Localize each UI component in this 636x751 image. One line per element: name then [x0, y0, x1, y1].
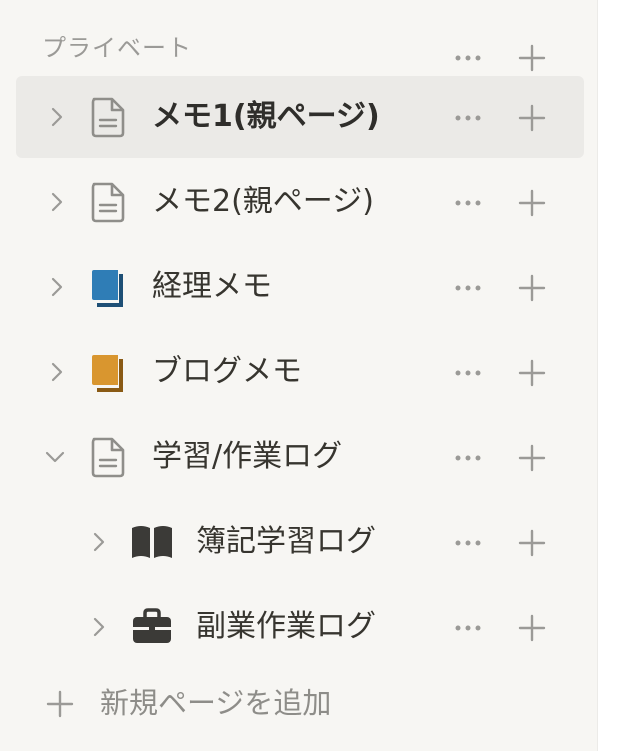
chevron-right-icon[interactable]: [88, 616, 110, 638]
plus-icon: [44, 688, 76, 720]
chevron-right-icon[interactable]: [46, 106, 68, 128]
more-options-icon[interactable]: [452, 529, 484, 557]
document-icon: [88, 181, 128, 223]
sidebar-item-blog-memo[interactable]: ブログメモ: [16, 331, 584, 413]
more-options-icon[interactable]: [452, 274, 484, 302]
sidebar-item-label: 学習/作業ログ: [152, 439, 343, 474]
section-title: プライベート: [42, 34, 192, 62]
chevron-right-icon[interactable]: [46, 191, 68, 213]
sidebar-item-label: メモ1(親ページ): [152, 99, 380, 134]
add-subpage-icon[interactable]: [516, 527, 548, 559]
chevron-down-icon[interactable]: [44, 446, 66, 468]
sidebar-item-bookkeeping-study-log[interactable]: 簿記学習ログ: [16, 501, 584, 583]
sidebar-item-memo1[interactable]: メモ1(親ページ): [16, 76, 584, 158]
sidebar-item-label: 簿記学習ログ: [196, 524, 376, 559]
sidebar-item-accounting-memo[interactable]: 経理メモ: [16, 246, 584, 328]
add-new-page-label: 新規ページを追加: [100, 686, 332, 720]
document-icon: [88, 96, 128, 138]
add-subpage-icon[interactable]: [516, 187, 548, 219]
sidebar-item-label: 経理メモ: [152, 269, 272, 304]
sidebar-item-study-work-log[interactable]: 学習/作業ログ: [16, 416, 584, 498]
sidebar-item-memo2[interactable]: メモ2(親ページ): [16, 161, 584, 243]
add-icon[interactable]: [516, 42, 548, 74]
more-options-icon[interactable]: [452, 44, 484, 72]
sidebar-item-label: メモ2(親ページ): [152, 184, 374, 219]
add-subpage-icon[interactable]: [516, 272, 548, 304]
section-header-private[interactable]: プライベート: [16, 16, 584, 72]
add-subpage-icon[interactable]: [516, 102, 548, 134]
document-icon: [88, 436, 128, 478]
orange-notebook-icon: [88, 351, 128, 393]
blue-notebook-icon: [88, 266, 128, 308]
more-options-icon[interactable]: [452, 104, 484, 132]
sidebar-item-label: ブログメモ: [152, 354, 302, 389]
chevron-right-icon[interactable]: [88, 531, 110, 553]
add-subpage-icon[interactable]: [516, 442, 548, 474]
briefcase-icon: [130, 606, 171, 648]
more-options-icon[interactable]: [452, 359, 484, 387]
open-book-icon: [130, 521, 172, 563]
chevron-right-icon[interactable]: [46, 276, 68, 298]
chevron-right-icon[interactable]: [46, 361, 68, 383]
sidebar-item-side-job-work-log[interactable]: 副業作業ログ: [16, 586, 584, 668]
more-options-icon[interactable]: [452, 189, 484, 217]
add-subpage-icon[interactable]: [516, 612, 548, 644]
more-options-icon[interactable]: [452, 614, 484, 642]
add-subpage-icon[interactable]: [516, 357, 548, 389]
more-options-icon[interactable]: [452, 444, 484, 472]
sidebar-item-label: 副業作業ログ: [196, 609, 376, 644]
add-new-page-button[interactable]: 新規ページを追加: [16, 670, 584, 736]
sidebar: プライベート メモ1(親ページ) メモ2(親ページ) 経理メモ ブログメモ 学習…: [0, 0, 598, 751]
